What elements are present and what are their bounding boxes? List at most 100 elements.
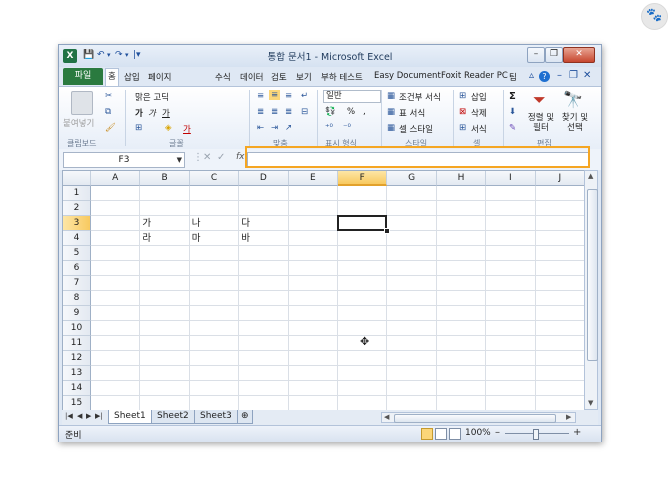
tab-insert[interactable]: 삽입 (124, 71, 140, 83)
column-header-b[interactable]: B (140, 171, 190, 186)
format-painter-icon[interactable]: 🖌 (105, 123, 116, 133)
underline-button[interactable]: 가 (162, 107, 170, 119)
row-header-15[interactable]: 15 (63, 396, 91, 411)
currency-icon[interactable]: 💱 (325, 107, 336, 117)
row-header-2[interactable]: 2 (63, 201, 91, 216)
border-icon[interactable]: ⊞ (135, 123, 142, 133)
column-header-a[interactable]: A (91, 171, 141, 186)
tab-review[interactable]: 검토 (271, 71, 287, 83)
column-header-c[interactable]: C (189, 171, 240, 186)
insert-function-button[interactable]: fx (236, 152, 245, 162)
cell-c4[interactable]: 마 (190, 231, 201, 246)
sort-filter-button[interactable]: 정렬 및 필터 (527, 113, 555, 133)
sheet-tab-3[interactable]: Sheet3 (194, 410, 238, 424)
cell-style-button[interactable]: 셀 스타일 (399, 123, 433, 135)
tab-page-layout[interactable]: 페이지 (148, 71, 171, 83)
wrap-text-icon[interactable]: ↵ (301, 91, 308, 101)
tab-load-test[interactable]: 부하 테스트 (321, 71, 363, 83)
vertical-scroll-thumb[interactable] (587, 189, 598, 361)
sheet-tab-1[interactable]: Sheet1 (108, 410, 152, 424)
doc-restore-icon[interactable]: ❐ (569, 70, 578, 81)
tab-home[interactable]: 홈 (105, 68, 119, 86)
decrease-indent-icon[interactable]: ⇤ (257, 123, 264, 133)
help-icon[interactable]: ? (539, 71, 550, 82)
restore-button[interactable]: ❐ (545, 47, 563, 63)
tab-easy-document[interactable]: Easy Document (374, 71, 441, 81)
page-break-view-icon[interactable] (449, 428, 461, 440)
tab-formulas[interactable]: 수식 (215, 71, 231, 83)
autosum-button[interactable]: Σ (509, 91, 516, 102)
delete-cell-icon[interactable]: ⊠ (459, 107, 466, 117)
row-header-4[interactable]: 4 (63, 231, 91, 246)
clear-icon[interactable]: ✎ (509, 123, 516, 133)
row-header-9[interactable]: 9 (63, 306, 91, 321)
paste-icon[interactable] (71, 91, 93, 115)
table-format-button[interactable]: 표 서식 (399, 107, 425, 119)
row-header-13[interactable]: 13 (63, 366, 91, 381)
row-header-10[interactable]: 10 (63, 321, 91, 336)
select-all-corner[interactable] (63, 171, 91, 186)
scroll-down-icon[interactable]: ▼ (588, 399, 593, 407)
close-button[interactable]: ✕ (563, 47, 595, 63)
align-left-icon[interactable]: ≣ (257, 107, 264, 117)
align-bottom-icon[interactable]: ≡ (285, 91, 292, 101)
spreadsheet-grid[interactable]: A B C D E F G H I J 1 2 3 4 5 6 7 8 9 10 11 12 13 14 15 가 나 다 라 마 바 ✥ (62, 170, 586, 412)
fill-icon[interactable]: ⬇ (509, 107, 516, 117)
format-cell-icon[interactable]: ⊞ (459, 123, 466, 133)
sheet-tab-2[interactable]: Sheet2 (151, 410, 195, 424)
fill-handle[interactable] (384, 228, 391, 234)
bold-button[interactable]: 가 (135, 107, 143, 119)
doc-minimize-icon[interactable]: – (557, 70, 562, 81)
row-header-7[interactable]: 7 (63, 276, 91, 291)
tab-view[interactable]: 보기 (296, 71, 312, 83)
row-header-14[interactable]: 14 (63, 381, 91, 396)
row-header-5[interactable]: 5 (63, 246, 91, 261)
find-select-button[interactable]: 찾기 및 선택 (557, 113, 593, 133)
insert-cell-button[interactable]: 삽입 (471, 91, 487, 103)
tab-team[interactable]: 팀 (509, 71, 517, 83)
copy-icon[interactable]: ⧉ (105, 107, 111, 117)
page-layout-view-icon[interactable] (435, 428, 447, 440)
row-header-8[interactable]: 8 (63, 291, 91, 306)
percent-button[interactable]: % (347, 107, 355, 117)
column-header-i[interactable]: I (486, 171, 536, 186)
name-box-dropdown-icon[interactable]: ▼ (177, 153, 182, 167)
row-header-1[interactable]: 1 (63, 186, 91, 201)
align-top-icon[interactable]: ≡ (257, 91, 264, 101)
insert-cell-icon[interactable]: ⊞ (459, 91, 466, 101)
column-header-d[interactable]: D (239, 171, 289, 186)
zoom-out-button[interactable]: – (495, 427, 500, 438)
column-header-e[interactable]: E (288, 171, 338, 186)
cell-style-icon[interactable]: ▦ (387, 123, 395, 133)
tab-file[interactable]: 파일 (63, 68, 103, 85)
merge-icon[interactable]: ⊟ (301, 107, 308, 117)
format-cell-button[interactable]: 서식 (471, 123, 487, 135)
horizontal-scroll-thumb[interactable] (394, 414, 556, 423)
cell-d3[interactable]: 다 (239, 216, 250, 231)
scroll-left-icon[interactable]: ◀ (384, 413, 389, 421)
next-sheet-icon[interactable]: ▶ (86, 412, 91, 420)
last-sheet-icon[interactable]: ▶| (95, 412, 103, 420)
comma-button[interactable]: , (363, 107, 366, 117)
confirm-entry-icon[interactable]: ✓ (217, 152, 225, 163)
row-header-11[interactable]: 11 (63, 336, 91, 351)
horizontal-scrollbar[interactable]: ◀ ▶ (381, 412, 576, 423)
scroll-up-icon[interactable]: ▲ (588, 172, 593, 180)
conditional-format-button[interactable]: 조건부 서식 (399, 91, 441, 103)
cancel-entry-icon[interactable]: ✕ (203, 152, 211, 163)
align-center-icon[interactable]: ≣ (271, 107, 278, 117)
new-sheet-icon[interactable]: ⊕ (237, 410, 253, 424)
find-select-icon[interactable]: 🔭 (563, 90, 583, 109)
tab-foxit-reader[interactable]: Foxit Reader PC (441, 71, 508, 81)
vertical-scrollbar[interactable]: ▲ ▼ (584, 170, 598, 410)
font-color-button[interactable]: 가 (183, 123, 191, 135)
italic-button[interactable]: 가 (148, 107, 156, 119)
conditional-format-icon[interactable]: ▦ (387, 91, 395, 101)
minimize-button[interactable]: – (527, 47, 545, 63)
normal-view-icon[interactable] (421, 428, 433, 440)
column-header-f[interactable]: F (338, 171, 388, 186)
first-sheet-icon[interactable]: |◀ (65, 412, 73, 420)
active-cell-f3[interactable] (337, 215, 388, 231)
column-header-h[interactable]: H (436, 171, 487, 186)
cell-b3[interactable]: 가 (140, 216, 151, 231)
